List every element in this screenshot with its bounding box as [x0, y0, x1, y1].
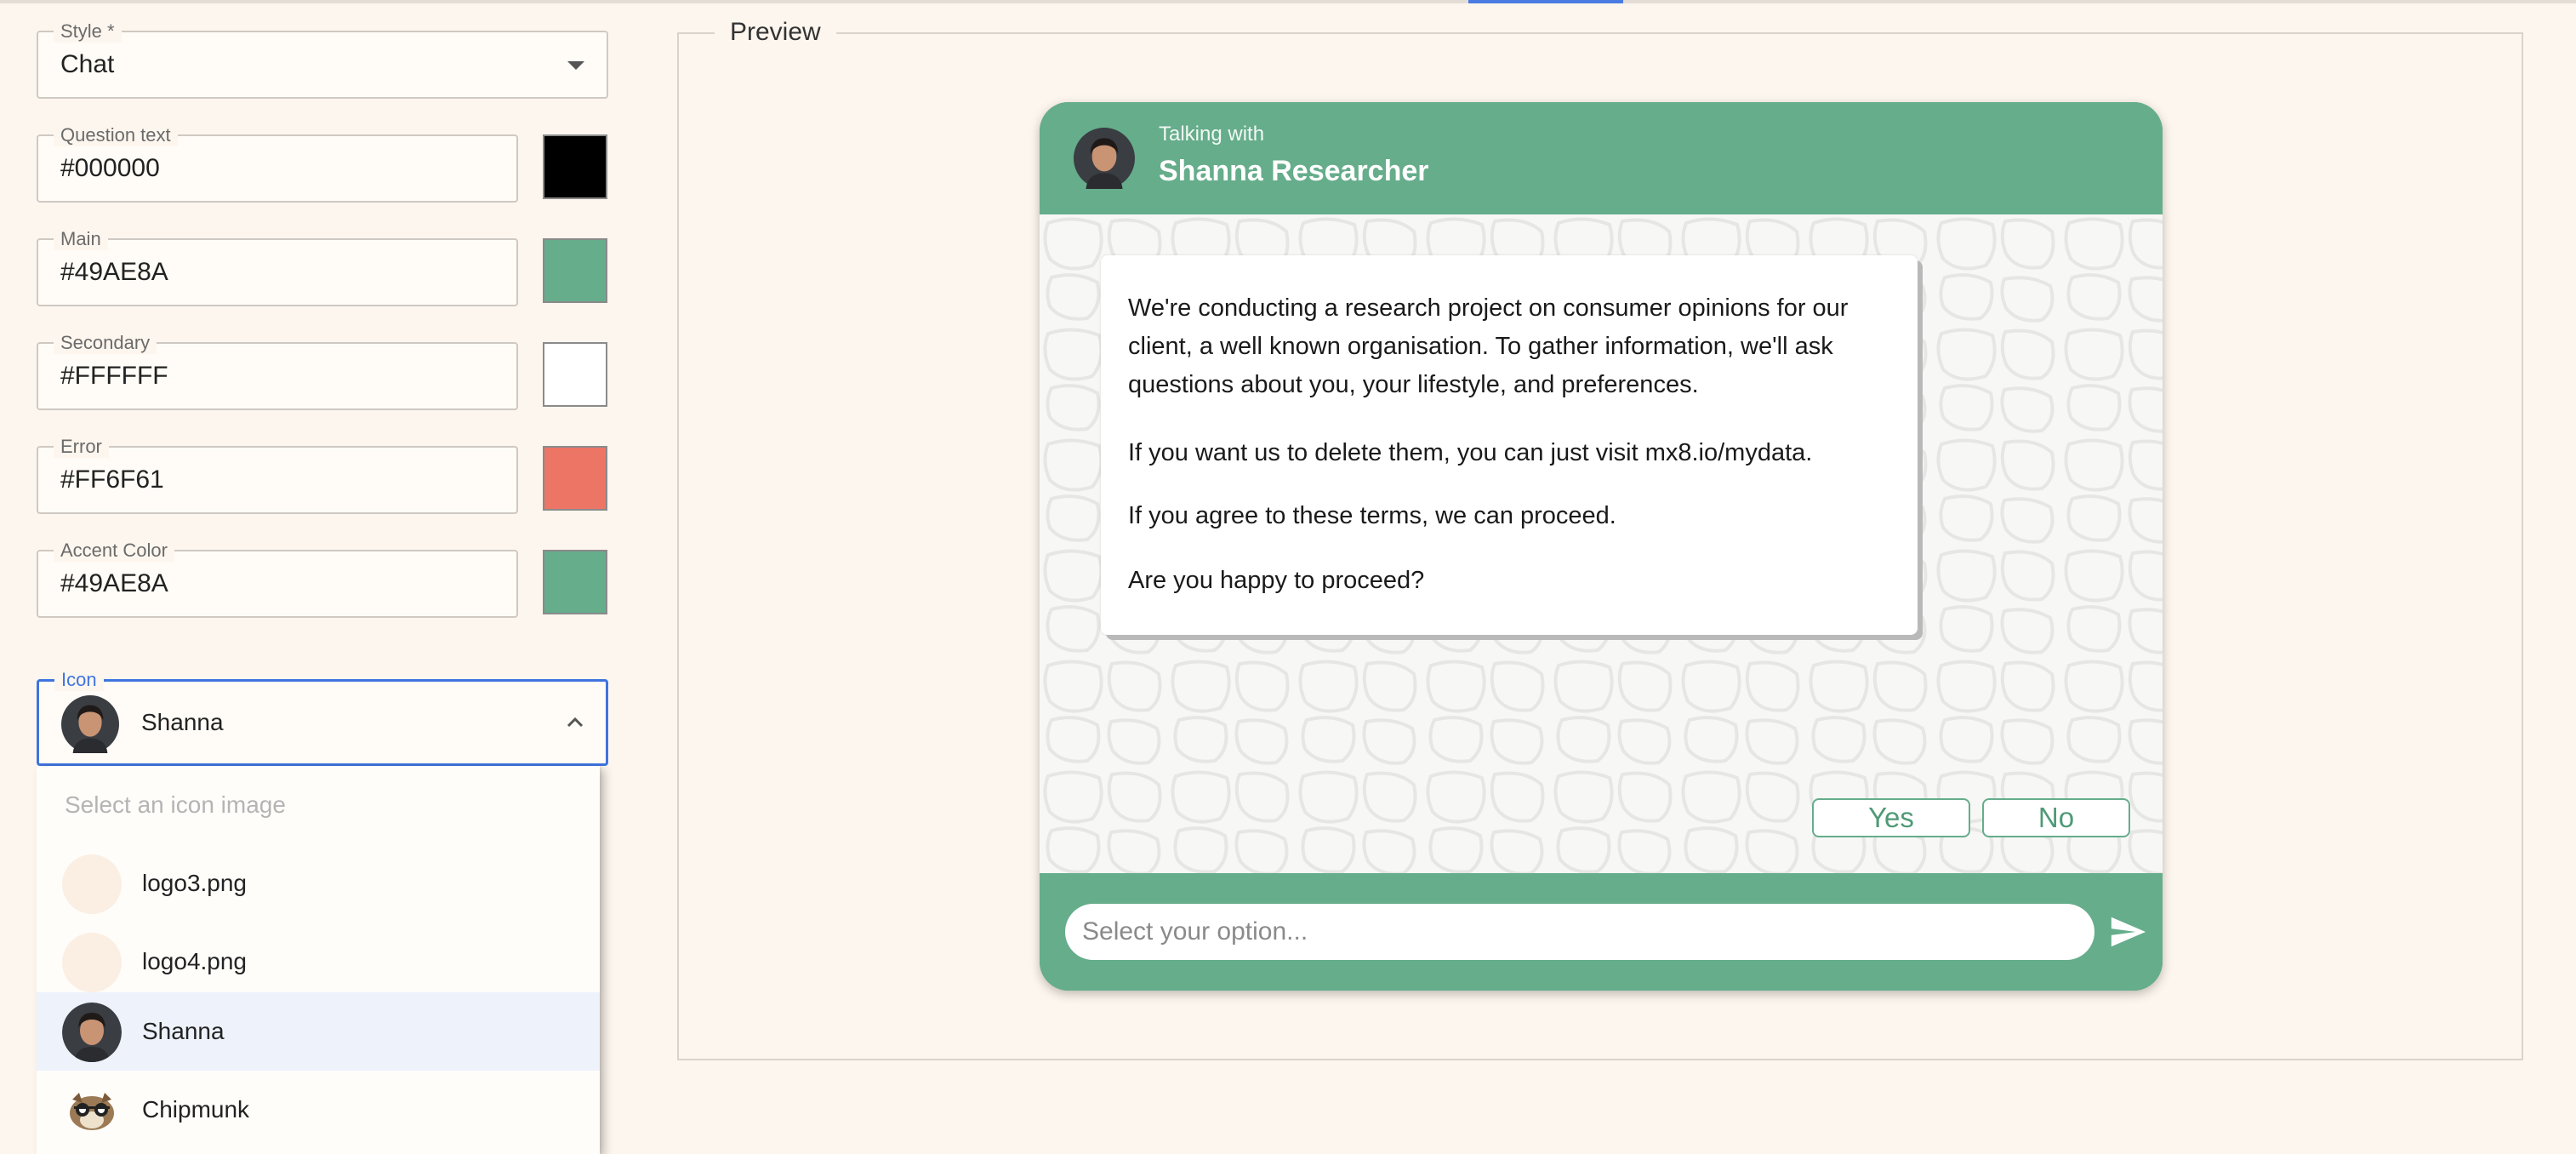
icon-value: Shanna	[141, 709, 224, 735]
option-label: Chipmunk	[142, 1096, 250, 1123]
chipmunk-icon	[70, 1093, 114, 1130]
active-tab-indicator	[1468, 0, 1623, 3]
message-bubble: We're conducting a research project on c…	[1101, 255, 1918, 635]
dropdown-arrow-icon	[567, 61, 584, 70]
style-value: Chat	[60, 50, 115, 78]
main-color-field[interactable]: Main #49AE8A	[37, 228, 518, 306]
message-paragraph: We're conducting a research project on c…	[1128, 294, 1849, 398]
chat-body: We're conducting a research project on c…	[1040, 214, 2163, 873]
option-label: Shanna	[142, 1018, 225, 1044]
message-paragraph: If you want us to delete them, you can j…	[1128, 439, 1813, 466]
chat-input[interactable]: Select your option...	[1065, 904, 2094, 960]
main-color-swatch[interactable]	[543, 238, 607, 303]
icon-option-logo3[interactable]: logo3.png	[37, 844, 600, 923]
blank-icon	[62, 933, 122, 992]
secondary-color-swatch[interactable]	[543, 342, 607, 407]
icon-label: Icon	[54, 669, 104, 691]
accent-color-field[interactable]: Accent Color #49AE8A	[37, 540, 518, 618]
error-value: #FF6F61	[60, 466, 164, 494]
icon-dropdown-menu: Select an icon image logo3.png logo4.png…	[37, 766, 600, 1154]
blank-icon	[62, 854, 122, 914]
shanna-avatar-icon	[62, 1003, 122, 1062]
chat-header: Talking with Shanna Researcher	[1040, 102, 2163, 214]
main-value: #49AE8A	[60, 258, 168, 286]
shanna-avatar-icon	[61, 695, 119, 753]
error-color-swatch[interactable]	[543, 446, 607, 511]
style-select[interactable]: Style * Chat	[37, 20, 608, 99]
icon-dropdown-placeholder: Select an icon image	[65, 791, 286, 818]
message-paragraph: Are you happy to proceed?	[1128, 567, 1425, 594]
chat-footer: Select your option...	[1040, 873, 2163, 991]
accent-color-swatch[interactable]	[543, 550, 607, 614]
preview-legend: Preview	[715, 14, 836, 51]
question-text-value: #000000	[60, 154, 160, 182]
shanna-avatar-icon	[1074, 128, 1135, 189]
question-text-color-field[interactable]: Question text #000000	[37, 124, 518, 203]
option-label: logo4.png	[142, 948, 248, 974]
yes-button[interactable]: Yes	[1812, 798, 1970, 837]
top-tab-bar	[0, 0, 2576, 3]
option-label: logo3.png	[142, 870, 248, 896]
accent-color-value: #49AE8A	[60, 569, 168, 597]
chat-widget-preview: Talking with Shanna Researcher We're con…	[1040, 102, 2163, 991]
chevron-up-icon[interactable]	[563, 711, 587, 734]
no-button[interactable]: No	[1982, 798, 2130, 837]
icon-option-shanna[interactable]: Shanna	[37, 992, 600, 1071]
send-icon[interactable]	[2108, 912, 2147, 951]
icon-option-logo4[interactable]: logo4.png	[37, 923, 600, 1001]
icon-select[interactable]: Icon Shanna	[37, 669, 608, 766]
chat-input-placeholder: Select your option...	[1082, 917, 1308, 945]
message-paragraph: If you agree to these terms, we can proc…	[1128, 502, 1616, 529]
error-color-field[interactable]: Error #FF6F61	[37, 436, 518, 514]
secondary-color-field[interactable]: Secondary #FFFFFF	[37, 332, 518, 410]
question-text-color-swatch[interactable]	[543, 134, 607, 199]
icon-option-chipmunk[interactable]: Chipmunk	[37, 1071, 600, 1149]
chat-header-name: Shanna Researcher	[1159, 155, 1429, 187]
secondary-value: #FFFFFF	[60, 362, 168, 390]
chat-header-subtitle: Talking with	[1159, 123, 1265, 146]
